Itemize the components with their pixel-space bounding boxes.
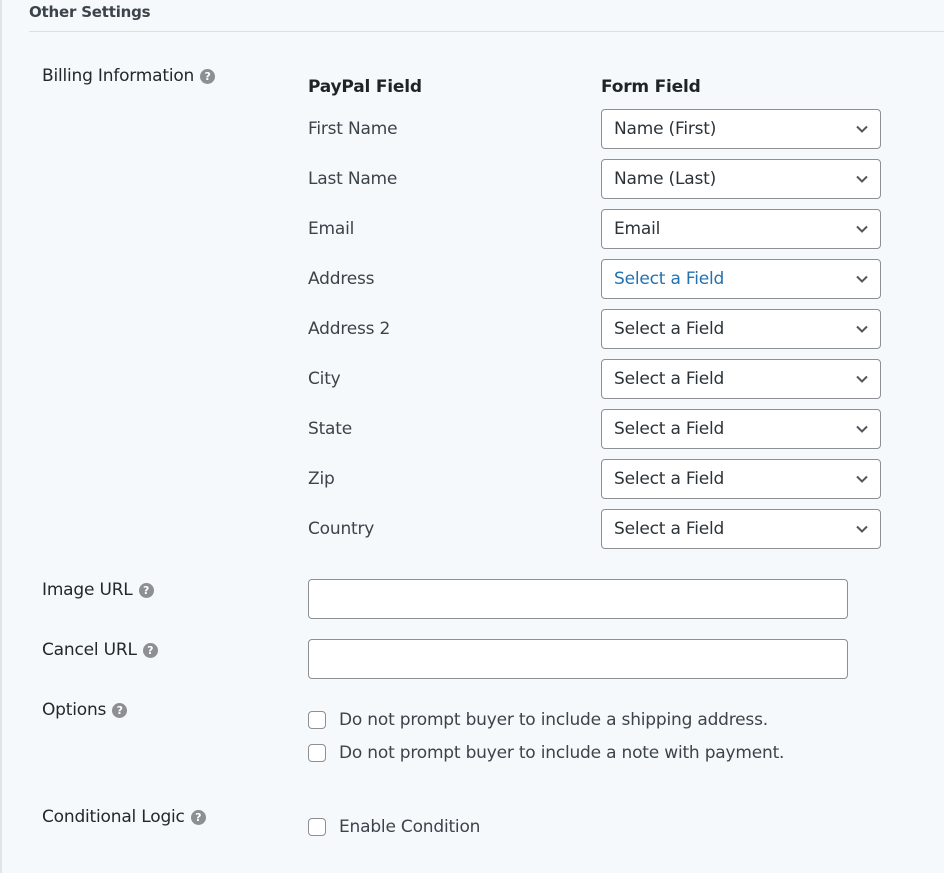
form-field-select-value: Select a Field <box>614 419 725 439</box>
form-field-select-value: Select a Field <box>614 519 725 539</box>
options-label: Options ? <box>42 700 128 720</box>
no-shipping-address-label: Do not prompt buyer to include a shippin… <box>339 710 768 730</box>
paypal-field-label: Country <box>308 519 375 539</box>
chevron-down-icon <box>854 321 870 337</box>
chevron-down-icon <box>854 221 870 237</box>
conditional-logic-text: Conditional Logic <box>42 807 185 827</box>
question-circle-icon[interactable]: ? <box>200 68 216 84</box>
option-no-note[interactable]: Do not prompt buyer to include a note wi… <box>308 743 784 763</box>
enable-condition-option[interactable]: Enable Condition <box>308 817 480 837</box>
question-circle-icon[interactable]: ? <box>190 809 206 825</box>
form-field-select[interactable]: Select a Field <box>601 509 881 549</box>
conditional-logic-label: Conditional Logic ? <box>42 807 206 827</box>
form-field-header: Form Field <box>601 77 701 97</box>
option-no-shipping-address[interactable]: Do not prompt buyer to include a shippin… <box>308 710 768 730</box>
question-circle-icon[interactable]: ? <box>142 642 158 658</box>
image-url-text: Image URL <box>42 580 133 600</box>
chevron-down-icon <box>854 521 870 537</box>
form-field-select-value: Select a Field <box>614 469 725 489</box>
form-field-select-value: Name (Last) <box>614 169 717 189</box>
form-field-select[interactable]: Select a Field <box>601 309 881 349</box>
enable-condition-checkbox[interactable] <box>308 818 326 836</box>
paypal-field-header: PayPal Field <box>308 77 422 97</box>
billing-information-text: Billing Information <box>42 66 195 86</box>
no-note-label: Do not prompt buyer to include a note wi… <box>339 743 785 763</box>
options-text: Options <box>42 700 107 720</box>
cancel-url-label: Cancel URL ? <box>42 640 158 660</box>
chevron-down-icon <box>854 121 870 137</box>
paypal-field-label: First Name <box>308 119 398 139</box>
question-circle-icon[interactable]: ? <box>138 582 154 598</box>
chevron-down-icon <box>854 371 870 387</box>
form-field-select-value: Select a Field <box>614 269 725 289</box>
form-field-select[interactable]: Select a Field <box>601 359 881 399</box>
form-field-select-value: Select a Field <box>614 319 725 339</box>
form-field-select[interactable]: Select a Field <box>601 259 881 299</box>
no-shipping-address-checkbox[interactable] <box>308 711 326 729</box>
paypal-field-label: Last Name <box>308 169 398 189</box>
form-field-select[interactable]: Name (Last) <box>601 159 881 199</box>
section-title: Other Settings <box>29 3 151 21</box>
form-field-select-value: Email <box>614 219 661 239</box>
chevron-down-icon <box>854 271 870 287</box>
image-url-label: Image URL ? <box>42 580 154 600</box>
section-divider <box>29 31 944 32</box>
paypal-field-label: Email <box>308 219 355 239</box>
form-field-select-value: Select a Field <box>614 369 725 389</box>
cancel-url-text: Cancel URL <box>42 640 137 660</box>
form-field-select[interactable]: Select a Field <box>601 409 881 449</box>
chevron-down-icon <box>854 471 870 487</box>
cancel-url-input[interactable] <box>308 639 848 679</box>
no-note-checkbox[interactable] <box>308 744 326 762</box>
billing-information-label: Billing Information ? <box>42 66 216 86</box>
image-url-input[interactable] <box>308 579 848 619</box>
question-circle-icon[interactable]: ? <box>112 702 128 718</box>
chevron-down-icon <box>854 171 870 187</box>
paypal-field-label: Zip <box>308 469 335 489</box>
form-field-select[interactable]: Name (First) <box>601 109 881 149</box>
paypal-field-label: City <box>308 369 341 389</box>
form-field-select[interactable]: Select a Field <box>601 459 881 499</box>
enable-condition-label: Enable Condition <box>339 817 481 837</box>
form-field-select-value: Name (First) <box>614 119 717 139</box>
panel-left-border <box>0 0 2 873</box>
paypal-field-label: State <box>308 419 352 439</box>
form-field-select[interactable]: Email <box>601 209 881 249</box>
paypal-field-label: Address <box>308 269 375 289</box>
paypal-field-label: Address 2 <box>308 319 391 339</box>
chevron-down-icon <box>854 421 870 437</box>
